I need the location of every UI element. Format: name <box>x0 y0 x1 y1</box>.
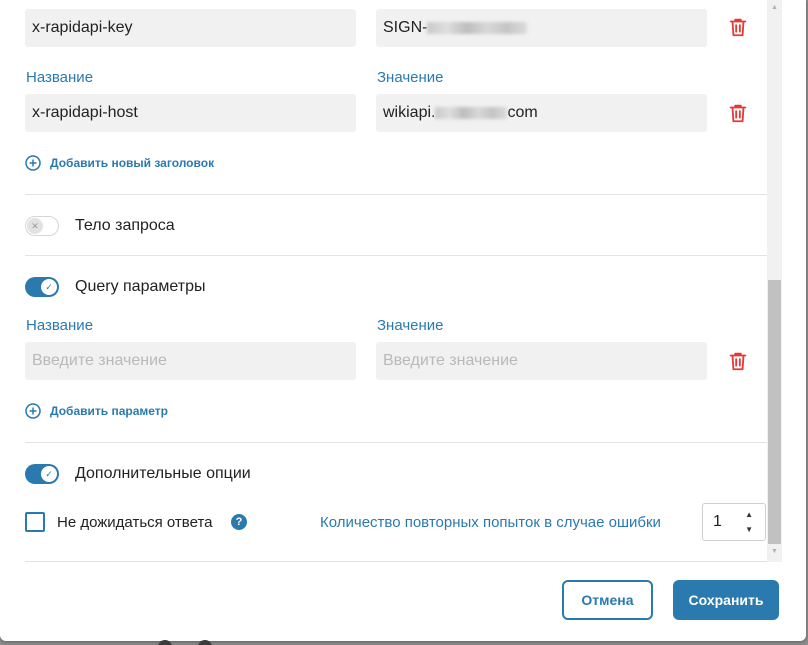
cancel-button[interactable]: Отмена <box>562 580 653 620</box>
check-icon: ✓ <box>41 466 57 482</box>
divider <box>25 255 767 256</box>
header-value-text: SIGN- <box>383 19 428 36</box>
query-value-placeholder: Введите значение <box>383 352 518 369</box>
chevron-down-icon[interactable]: ▼ <box>745 525 753 534</box>
add-param-link[interactable]: Добавить параметр <box>25 403 168 419</box>
body-toggle[interactable]: ✕ <box>25 216 59 236</box>
retry-count-value: 1 <box>713 513 722 530</box>
chevron-up-icon[interactable]: ▲ <box>745 510 753 519</box>
close-icon: ✕ <box>27 218 43 234</box>
check-icon: ✓ <box>41 279 57 295</box>
divider <box>25 442 767 443</box>
trash-icon[interactable] <box>727 350 749 372</box>
retry-count-label: Количество повторных попыток в случае ош… <box>320 514 661 531</box>
header-value-label: Значение <box>377 69 444 86</box>
footer-divider <box>25 561 767 562</box>
plus-circle-icon <box>25 403 41 419</box>
question-icon[interactable]: ? <box>231 514 247 530</box>
add-header-link[interactable]: Добавить новый заголовок <box>25 155 214 171</box>
header-name-field-2[interactable]: x-rapidapi-host <box>25 94 356 132</box>
retry-count-input[interactable]: 1 ▲ ▼ <box>702 503 766 541</box>
no-wait-checkbox[interactable] <box>25 512 45 532</box>
header-value-text: wikiapi. <box>383 104 436 121</box>
scrollbar-thumb[interactable] <box>768 280 781 544</box>
plus-circle-icon <box>25 155 41 171</box>
spinner[interactable]: ▲ ▼ <box>745 510 753 534</box>
header-name-label: Название <box>26 69 94 86</box>
scrollbar[interactable]: ▲ ▼ <box>767 0 782 562</box>
body-toggle-label: Тело запроса <box>75 217 175 234</box>
trash-icon[interactable] <box>727 16 749 38</box>
query-name-label: Название <box>26 317 94 334</box>
header-name-value: x-rapidapi-key <box>32 19 133 36</box>
query-toggle[interactable]: ✓ <box>25 277 59 297</box>
scroll-down-icon[interactable]: ▼ <box>767 546 782 558</box>
request-settings-modal: x-rapidapi-key SIGN- Название Значение x… <box>0 0 806 641</box>
save-button[interactable]: Сохранить <box>673 580 779 620</box>
trash-icon[interactable] <box>727 102 749 124</box>
options-toggle[interactable]: ✓ <box>25 464 59 484</box>
add-header-label: Добавить новый заголовок <box>50 156 215 170</box>
add-param-label: Добавить параметр <box>50 404 168 418</box>
query-value-label: Значение <box>377 317 444 334</box>
header-value-field-2[interactable]: wikiapi. com <box>376 94 707 132</box>
query-toggle-label: Query параметры <box>75 278 206 295</box>
header-value-suffix: com <box>507 104 538 121</box>
no-wait-label: Не дожидаться ответа <box>57 514 213 531</box>
header-name-field-1[interactable]: x-rapidapi-key <box>25 9 356 47</box>
divider <box>25 194 767 195</box>
scroll-up-icon[interactable]: ▲ <box>767 2 782 14</box>
query-name-input[interactable]: Введите значение <box>25 342 356 380</box>
header-value-field-1[interactable]: SIGN- <box>376 9 707 47</box>
redacted-text <box>435 106 508 119</box>
query-name-placeholder: Введите значение <box>32 352 167 369</box>
modal-scroll-area[interactable]: x-rapidapi-key SIGN- Название Значение x… <box>0 0 782 562</box>
header-name-value: x-rapidapi-host <box>32 104 138 121</box>
query-value-input[interactable]: Введите значение <box>376 342 707 380</box>
options-toggle-label: Дополнительные опции <box>75 465 251 482</box>
redacted-text <box>427 21 528 34</box>
